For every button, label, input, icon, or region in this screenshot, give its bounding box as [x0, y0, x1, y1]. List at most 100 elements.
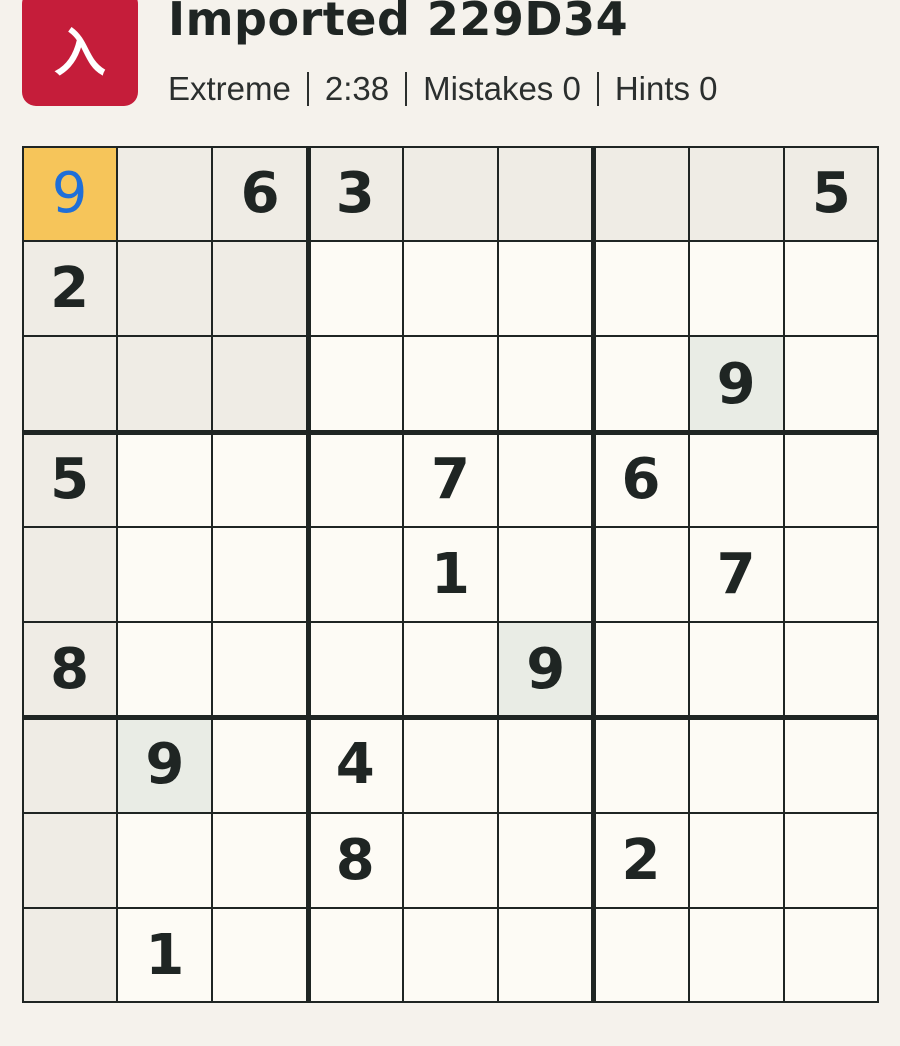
- sudoku-cell-r6c9[interactable]: [784, 622, 879, 717]
- game-stats: Extreme 2:38 Mistakes 0 Hints 0: [168, 70, 718, 108]
- sudoku-cell-r9c4[interactable]: [308, 908, 403, 1003]
- sudoku-cell-r1c5[interactable]: [402, 146, 499, 242]
- cell-digit: 6: [240, 161, 280, 227]
- sudoku-cell-r7c5[interactable]: [403, 717, 498, 812]
- sudoku-cell-r4c5[interactable]: 7: [403, 432, 498, 527]
- sudoku-cell-r3c1[interactable]: [22, 336, 118, 432]
- sudoku-cell-r8c2[interactable]: [117, 813, 212, 908]
- sudoku-cell-r8c5[interactable]: [403, 813, 498, 908]
- sudoku-cell-r6c6[interactable]: 9: [498, 622, 594, 718]
- sudoku-cell-r3c2[interactable]: [117, 336, 213, 432]
- sudoku-cell-r8c1[interactable]: [22, 812, 118, 908]
- stats-divider: [596, 72, 599, 106]
- sudoku-cell-r1c8[interactable]: [688, 146, 784, 242]
- sudoku-cell-r3c5[interactable]: [403, 336, 498, 431]
- sudoku-cell-r6c3[interactable]: [212, 622, 307, 717]
- cell-digit: 5: [50, 446, 90, 512]
- sudoku-cell-r6c4[interactable]: [308, 622, 403, 717]
- sudoku-cell-r7c8[interactable]: [689, 717, 784, 812]
- sudoku-cell-r4c2[interactable]: [117, 432, 212, 527]
- sudoku-cell-r5c3[interactable]: [212, 527, 307, 622]
- sudoku-cell-r1c9[interactable]: 5: [783, 146, 879, 242]
- sudoku-cell-r9c5[interactable]: [403, 908, 498, 1003]
- sudoku-cell-r2c9[interactable]: [784, 241, 879, 336]
- sudoku-cell-r2c5[interactable]: [403, 241, 498, 336]
- sudoku-cell-r4c7[interactable]: 6: [593, 432, 688, 527]
- sudoku-cell-r1c4[interactable]: 3: [307, 146, 403, 242]
- sudoku-cell-r5c7[interactable]: [593, 527, 688, 622]
- sudoku-cell-r8c8[interactable]: [689, 813, 784, 908]
- sudoku-cell-r2c4[interactable]: [308, 241, 403, 336]
- cell-digit: 4: [335, 732, 375, 798]
- sudoku-cell-r7c4[interactable]: 4: [308, 717, 403, 812]
- sudoku-cell-r5c8[interactable]: 7: [689, 527, 784, 622]
- sudoku-cell-r6c2[interactable]: [117, 622, 212, 717]
- sudoku-cell-r4c9[interactable]: [784, 432, 879, 527]
- sudoku-cell-r4c4[interactable]: [308, 432, 403, 527]
- sudoku-cell-r3c6[interactable]: [498, 336, 593, 431]
- cell-digit: 2: [50, 256, 90, 322]
- sudoku-cell-r1c6[interactable]: [498, 146, 594, 242]
- sudoku-cell-r1c1[interactable]: 9: [22, 146, 118, 242]
- sudoku-cell-r6c1[interactable]: 8: [22, 622, 118, 718]
- sudoku-cell-r3c9[interactable]: [784, 336, 879, 431]
- sudoku-cell-r7c2[interactable]: 9: [117, 717, 213, 813]
- cell-digit: 8: [335, 827, 375, 893]
- sudoku-cell-r4c3[interactable]: [212, 432, 307, 527]
- cell-digit: 7: [716, 541, 756, 607]
- sudoku-cell-r8c6[interactable]: [498, 813, 593, 908]
- sudoku-cell-r9c7[interactable]: [593, 908, 688, 1003]
- sudoku-cell-r9c3[interactable]: [212, 908, 307, 1003]
- sudoku-cell-r9c2[interactable]: 1: [117, 908, 212, 1003]
- sudoku-cell-r2c3[interactable]: [212, 241, 308, 337]
- sudoku-cell-r9c8[interactable]: [689, 908, 784, 1003]
- sudoku-cell-r2c7[interactable]: [593, 241, 688, 336]
- sudoku-cell-r5c9[interactable]: [784, 527, 879, 622]
- sudoku-cell-r3c8[interactable]: 9: [688, 336, 784, 432]
- sudoku-cell-r8c3[interactable]: [212, 813, 307, 908]
- sudoku-cell-r7c9[interactable]: [784, 717, 879, 812]
- cell-digit: 2: [621, 827, 661, 893]
- sudoku-cell-r8c7[interactable]: 2: [593, 813, 688, 908]
- cell-digit: 9: [51, 161, 88, 227]
- sudoku-cell-r6c5[interactable]: [403, 622, 498, 717]
- sudoku-cell-r7c7[interactable]: [593, 717, 688, 812]
- game-header: 入 Imported 229D34 Extreme 2:38 Mistakes …: [0, 0, 900, 130]
- timer-display: 2:38: [324, 70, 390, 107]
- sudoku-cell-r5c5[interactable]: 1: [403, 527, 498, 622]
- sudoku-cell-r2c8[interactable]: [689, 241, 784, 336]
- cell-digit: 7: [431, 446, 470, 512]
- sudoku-cell-r1c7[interactable]: [593, 146, 689, 242]
- sudoku-cell-r5c6[interactable]: [498, 527, 593, 622]
- sudoku-board: 963529576178994821: [22, 146, 879, 1003]
- sudoku-cell-r2c6[interactable]: [498, 241, 593, 336]
- sudoku-cell-r7c3[interactable]: [212, 717, 307, 812]
- sudoku-cell-r3c4[interactable]: [308, 336, 403, 431]
- cell-digit: 5: [811, 161, 851, 227]
- sudoku-cell-r9c6[interactable]: [498, 908, 593, 1003]
- cell-digit: 1: [145, 922, 185, 988]
- sudoku-cell-r5c4[interactable]: [308, 527, 403, 622]
- sudoku-cell-r2c2[interactable]: [117, 241, 213, 337]
- sudoku-cell-r5c2[interactable]: [117, 527, 212, 622]
- sudoku-cell-r8c4[interactable]: 8: [308, 813, 403, 908]
- sudoku-cell-r3c3[interactable]: [212, 336, 308, 432]
- sudoku-cell-r7c1[interactable]: [22, 717, 118, 813]
- cell-digit: 8: [50, 637, 90, 703]
- sudoku-cell-r9c1[interactable]: [22, 907, 118, 1003]
- sudoku-cell-r5c1[interactable]: [22, 526, 118, 623]
- puzzle-title: Imported 229D34: [168, 0, 629, 46]
- sudoku-cell-r4c6[interactable]: [498, 432, 593, 527]
- sudoku-cell-r9c9[interactable]: [784, 908, 879, 1003]
- sudoku-cell-r4c1[interactable]: 5: [22, 431, 118, 527]
- sudoku-cell-r4c8[interactable]: [689, 432, 784, 527]
- sudoku-cell-r8c9[interactable]: [784, 813, 879, 908]
- sudoku-cell-r6c8[interactable]: [689, 622, 784, 717]
- sudoku-cell-r6c7[interactable]: [593, 622, 688, 717]
- sudoku-cell-r7c6[interactable]: [498, 717, 593, 812]
- sudoku-cell-r2c1[interactable]: 2: [22, 241, 118, 337]
- sudoku-cell-r3c7[interactable]: [593, 336, 688, 431]
- sudoku-cell-r1c2[interactable]: [117, 146, 213, 242]
- cell-digit: 9: [716, 351, 756, 417]
- sudoku-cell-r1c3[interactable]: 6: [212, 146, 308, 242]
